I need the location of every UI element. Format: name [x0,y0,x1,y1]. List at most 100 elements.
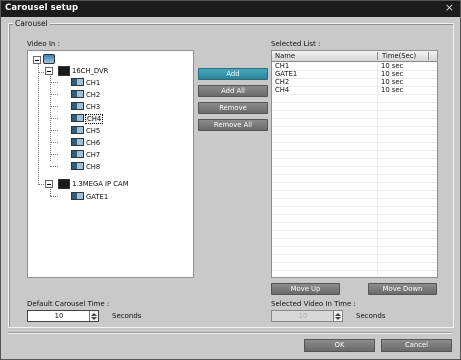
collapse-dvr-icon[interactable] [45,67,53,75]
tree-guide [38,62,39,185]
row-gridline [272,174,437,175]
row-gridline [272,198,437,199]
selected-time-unit: Seconds [356,312,386,320]
selected-time-spinner[interactable]: 10 [271,310,343,322]
tree-guide [50,106,58,107]
tree-guide [50,82,58,83]
row-gridline [272,86,437,87]
video-in-tree[interactable]: 16CH_DVR CH1 CH2 CH3 CH4 CH5 CH6 CH7 CH8… [27,50,194,278]
row-gridline [272,110,437,111]
camera-icon [71,192,84,200]
video-in-label: Video In : [27,40,60,48]
add-button[interactable]: Add [198,68,268,80]
tree-node-ch8[interactable]: CH8 [86,163,100,171]
row-time: 10 sec [381,70,404,78]
default-time-value[interactable]: 10 [28,312,90,320]
column-separator [428,52,429,60]
row-gridline [272,190,437,191]
row-gridline [272,182,437,183]
increment-icon[interactable] [335,313,341,316]
camera-icon [71,78,84,86]
decrement-icon[interactable] [335,317,341,320]
tree-guide [50,130,58,131]
list-header: Name Time(Sec) [272,51,437,62]
row-gridline [272,102,437,103]
tree-node-dvr[interactable]: 16CH_DVR [72,67,108,75]
camera-icon [71,126,84,134]
tree-node-ipcam[interactable]: 1.3MEGA IP CAM [72,180,129,188]
column-time-header[interactable]: Time(Sec) [382,52,416,60]
row-gridline [272,222,437,223]
tree-node-gate1[interactable]: GATE1 [86,193,108,201]
tree-guide [38,184,44,185]
tree-guide [50,166,58,167]
remove-all-button[interactable]: Remove All [198,119,268,131]
tree-guide [50,142,58,143]
move-up-button[interactable]: Move Up [271,283,340,295]
tree-guide [50,118,58,119]
column-separator [377,52,378,60]
row-time: 10 sec [381,86,404,94]
camera-icon [71,90,84,98]
row-time: 10 sec [381,62,404,70]
tree-node-ch6[interactable]: CH6 [86,139,100,147]
column-name-header[interactable]: Name [275,52,295,60]
selected-time-value: 10 [298,312,308,320]
cancel-button[interactable]: Cancel [381,339,452,352]
decrement-icon[interactable] [91,317,97,320]
row-gridline [272,94,437,95]
tree-node-ch4[interactable]: CH4 [85,114,104,124]
increment-icon[interactable] [91,313,97,316]
tree-node-ch2[interactable]: CH2 [86,91,100,99]
row-gridline [272,262,437,263]
footer-divider [8,332,452,333]
camera-icon [71,102,84,110]
row-gridline [272,270,437,271]
titlebar: Carousel setup × [1,1,460,17]
row-gridline [272,254,437,255]
camera-icon [71,138,84,146]
row-gridline [272,206,437,207]
tree-node-ch7[interactable]: CH7 [86,151,100,159]
camera-icon [71,162,84,170]
row-time: 10 sec [381,78,404,86]
list-row[interactable]: CH4 10 sec [272,86,437,94]
close-icon[interactable]: × [445,1,454,14]
tree-node-ch5[interactable]: CH5 [86,127,100,135]
dvr-icon [58,66,70,76]
row-name: GATE1 [275,70,298,78]
row-gridline [272,158,437,159]
list-row[interactable]: GATE1 10 sec [272,70,437,78]
spinner-arrows[interactable] [89,311,98,321]
ok-button[interactable]: OK [304,339,375,352]
network-icon [43,54,55,64]
row-gridline [272,238,437,239]
row-gridline [272,78,437,79]
row-gridline [272,166,437,167]
row-gridline [272,142,437,143]
selected-list-label: Selected List : [271,40,321,48]
dvr-icon [58,179,70,189]
tree-guide [50,196,58,197]
remove-button[interactable]: Remove [198,102,268,114]
row-gridline [272,134,437,135]
move-down-button[interactable]: Move Down [368,283,437,295]
tree-guide [50,154,58,155]
default-time-label: Default Carousel Time : [27,300,110,308]
tree-node-ch1[interactable]: CH1 [86,79,100,87]
list-row[interactable]: CH1 10 sec [272,62,437,70]
selected-list[interactable]: Name Time(Sec) CH1 10 sec GATE1 10 sec C… [271,50,438,278]
row-gridline [272,246,437,247]
collapse-root-icon[interactable] [33,56,41,64]
tree-node-ch3[interactable]: CH3 [86,103,100,111]
list-row[interactable]: CH2 10 sec [272,78,437,86]
add-all-button[interactable]: Add All [198,85,268,97]
collapse-ipcam-icon[interactable] [45,180,53,188]
tree-guide [50,94,58,95]
row-name: CH4 [275,86,290,94]
window-title: Carousel setup [5,3,79,13]
camera-icon [71,150,84,158]
default-time-spinner[interactable]: 10 [27,310,99,322]
row-gridline [272,118,437,119]
spinner-arrows[interactable] [333,311,342,321]
